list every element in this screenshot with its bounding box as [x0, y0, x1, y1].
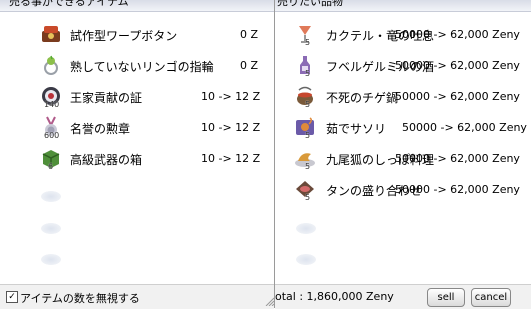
- sell-button[interactable]: sell: [427, 288, 465, 307]
- item-quantity: 140: [44, 100, 60, 109]
- item-price: 50000 -> 62,000 Zeny: [395, 183, 520, 196]
- item-quantity: 5: [305, 193, 311, 202]
- sellable-title: 売る事ができるアイテム: [9, 0, 129, 8]
- sellable-items-panel: 売る事ができるアイテム 試作型ワープボタン 0 Z 熟していないリンゴの指輪 0…: [0, 0, 275, 308]
- cart-title: 売りたい品物: [277, 0, 343, 8]
- cart-footer: otal : 1,860,000 Zeny sell cancel: [275, 284, 531, 309]
- empty-slot: [41, 191, 61, 202]
- item-quantity: 5: [305, 38, 311, 47]
- item-price: 50000 -> 62,000 Zeny: [395, 90, 520, 103]
- item-price: 10 -> 12 Z: [201, 90, 261, 103]
- item-name: 熟していないリンゴの指輪: [70, 60, 214, 74]
- cart-item[interactable]: 5 九尾狐のしっぽ料理 50000 -> 62,000 Zeny: [275, 144, 531, 172]
- empty-slot: [41, 254, 61, 265]
- total-amount: otal : 1,860,000 Zeny: [275, 290, 394, 303]
- item-price: 50000 -> 62,000 Zeny: [395, 59, 520, 72]
- sellable-item[interactable]: 6 高級武器の箱 10 -> 12 Z: [0, 144, 274, 172]
- sellable-item[interactable]: 熟していないリンゴの指輪 0 Z: [0, 51, 274, 79]
- empty-slot: [296, 223, 316, 234]
- cart-item[interactable]: 5 タンの盛り合わせ 50000 -> 62,000 Zeny: [275, 175, 531, 203]
- cart-item[interactable]: 5 不死のチゲ鍋 50000 -> 62,000 Zeny: [275, 82, 531, 110]
- empty-slot: [41, 223, 61, 234]
- apple-ring-icon: [39, 53, 63, 77]
- sellable-item[interactable]: 試作型ワープボタン 0 Z: [0, 20, 274, 48]
- ignore-count-label: アイテムの数を無視する: [20, 292, 140, 305]
- item-quantity: 5: [305, 162, 311, 171]
- sellable-item[interactable]: 140 王家貢献の証 10 -> 12 Z: [0, 82, 274, 110]
- item-price: 0 Z: [240, 59, 259, 72]
- empty-slot: [296, 254, 316, 265]
- item-name: 高級武器の箱: [70, 153, 143, 167]
- ignore-count-checkbox[interactable]: ✓: [6, 291, 18, 303]
- item-price: 50000 -> 62,000 Zeny: [395, 152, 520, 165]
- item-price: 50000 -> 62,000 Zeny: [402, 121, 527, 134]
- sellable-footer: ✓ アイテムの数を無視する: [0, 284, 274, 309]
- item-quantity: 600: [44, 131, 60, 140]
- item-name: 王家貢献の証: [70, 91, 143, 105]
- item-name: 名誉の勲章: [70, 122, 131, 136]
- item-name: 茹でサソリ: [326, 122, 387, 136]
- item-quantity: 5: [305, 69, 311, 78]
- item-quantity: 5: [305, 100, 311, 109]
- item-quantity: 6: [48, 162, 54, 171]
- item-price: 0 Z: [240, 28, 259, 41]
- cart-item[interactable]: 5 茹でサソリ 50000 -> 62,000 Zeny: [275, 113, 531, 141]
- resize-grip-icon[interactable]: [264, 296, 274, 306]
- cart-item[interactable]: 5 カクテル・竜の吐息 50000 -> 62,000 Zeny: [275, 20, 531, 48]
- item-price: 10 -> 12 Z: [201, 152, 261, 165]
- cart-item[interactable]: 5 フベルゲルミルの酒 50000 -> 62,000 Zeny: [275, 51, 531, 79]
- cancel-button[interactable]: cancel: [471, 288, 511, 307]
- sell-cart-panel: 売りたい品物 5 カクテル・竜の吐息 50000 -> 62,000 Zeny …: [275, 0, 531, 308]
- item-name: 不死のチゲ鍋: [326, 91, 399, 105]
- item-price: 10 -> 12 Z: [201, 121, 261, 134]
- item-quantity: 5: [305, 131, 311, 140]
- item-price: 50000 -> 62,000 Zeny: [395, 28, 520, 41]
- warp-button-icon: [39, 22, 63, 46]
- item-name: 試作型ワープボタン: [70, 29, 178, 43]
- sellable-item[interactable]: 600 名誉の勲章 10 -> 12 Z: [0, 113, 274, 141]
